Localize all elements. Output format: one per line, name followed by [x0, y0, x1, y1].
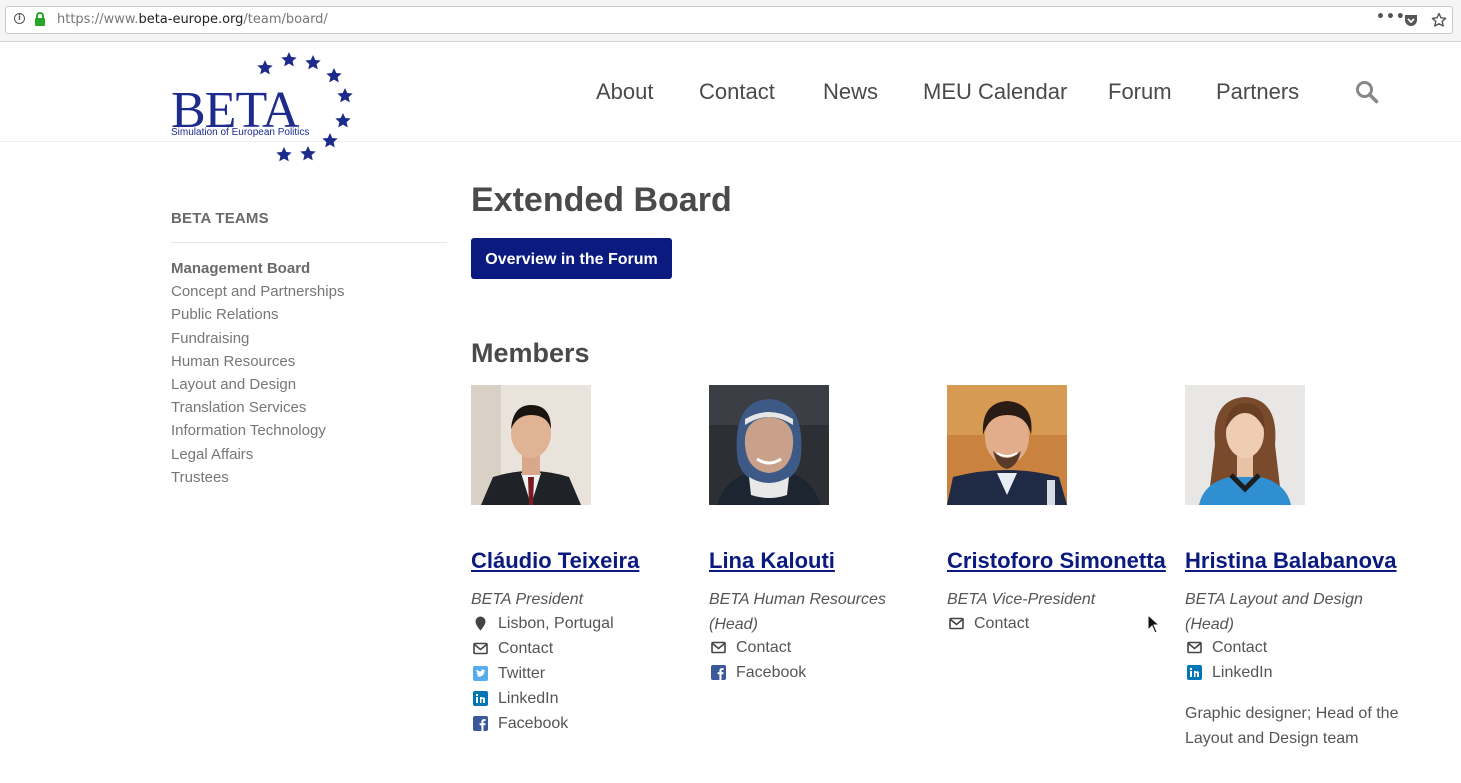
logo-tagline: Simulation of European Politics — [171, 127, 309, 138]
member-contact-link[interactable]: Contact — [709, 635, 806, 660]
page-title: Extended Board — [471, 181, 732, 219]
member-name[interactable]: Cláudio Teixeira — [471, 548, 639, 574]
link-label: Contact — [974, 615, 1030, 632]
nav-about[interactable]: About — [596, 79, 654, 105]
sidebar-item-fundraising[interactable]: Fundraising — [171, 327, 344, 350]
link-label: LinkedIn — [498, 690, 559, 707]
linkedin-icon — [1187, 665, 1202, 680]
member-facebook-link[interactable]: Facebook — [471, 711, 614, 736]
member-role: BETA Layout and Design (Head) — [1185, 591, 1363, 633]
lock-icon[interactable] — [34, 12, 46, 26]
member-location: Lisbon, Portugal — [471, 611, 614, 636]
link-label: Facebook — [498, 715, 569, 732]
member-photo[interactable] — [709, 385, 829, 505]
members-heading: Members — [471, 338, 590, 368]
member-linkedin-link[interactable]: LinkedIn — [471, 686, 614, 711]
sidebar-item-concept-and-partnerships[interactable]: Concept and Partnerships — [171, 280, 344, 303]
member-role: BETA Human Resources (Head) — [709, 591, 886, 633]
member-bio: Graphic designer; Head of the Layout and… — [1185, 705, 1399, 747]
nav-partners[interactable]: Partners — [1216, 79, 1299, 105]
link-label: Lisbon, Portugal — [498, 615, 614, 632]
twitter-icon — [473, 666, 488, 681]
member-contact-link[interactable]: Contact — [947, 611, 1029, 636]
member-role: BETA Vice-President — [947, 591, 1096, 608]
search-icon[interactable] — [1355, 80, 1379, 104]
member-links: Contact Facebook — [709, 635, 806, 685]
sidebar-divider — [171, 242, 447, 243]
nav-news[interactable]: News — [823, 79, 878, 105]
member-twitter-link[interactable]: Twitter — [471, 661, 614, 686]
pocket-icon[interactable] — [1403, 12, 1419, 28]
sidebar-item-legal-affairs[interactable]: Legal Affairs — [171, 443, 344, 466]
member-linkedin-link[interactable]: LinkedIn — [1185, 660, 1273, 685]
member-links: Contact — [947, 611, 1029, 636]
sidebar-item-management-board[interactable]: Management Board — [171, 257, 344, 280]
info-icon[interactable]: i — [14, 13, 25, 24]
url-prefix: https://www. — [57, 12, 139, 27]
sidebar-heading: BETA TEAMS — [171, 210, 269, 227]
page-actions-menu-icon[interactable]: ••• — [1376, 10, 1405, 27]
nav-forum[interactable]: Forum — [1108, 79, 1172, 105]
member-links: Contact LinkedIn — [1185, 635, 1273, 685]
member-card: Hristina Balabanova BETA Layout and Desi… — [1185, 385, 1415, 747]
nav-contact[interactable]: Contact — [699, 79, 775, 105]
envelope-icon — [711, 641, 726, 654]
url-text[interactable]: https://www.beta-europe.org/team/board/ — [57, 12, 328, 28]
link-label: Twitter — [498, 665, 546, 682]
member-name[interactable]: Cristoforo Simonetta — [947, 548, 1166, 574]
member-role: BETA President — [471, 591, 584, 608]
sidebar-item-translation-services[interactable]: Translation Services — [171, 396, 344, 419]
facebook-icon — [473, 716, 488, 731]
envelope-icon — [949, 617, 964, 630]
beta-logo[interactable]: BETA Simulation of European Politics — [171, 52, 356, 164]
envelope-icon — [473, 642, 488, 655]
browser-toolbar: i https://www.beta-europe.org/team/board… — [0, 0, 1461, 42]
member-card: Cláudio Teixeira BETA President Lisbon, … — [471, 385, 701, 732]
member-links: Lisbon, Portugal Contact Twitter LinkedI… — [471, 611, 614, 736]
url-domain: beta-europe.org — [138, 12, 244, 27]
team-list: Management Board Concept and Partnership… — [171, 257, 344, 489]
link-label: LinkedIn — [1212, 664, 1273, 681]
link-label: Contact — [498, 640, 554, 657]
member-photo[interactable] — [1185, 385, 1305, 505]
member-photo[interactable] — [947, 385, 1067, 505]
envelope-icon — [1187, 641, 1202, 654]
overview-forum-button[interactable]: Overview in the Forum — [471, 238, 672, 279]
sidebar-item-layout-and-design[interactable]: Layout and Design — [171, 373, 344, 396]
member-photo[interactable] — [471, 385, 591, 505]
link-label: Contact — [1212, 639, 1268, 656]
location-pin-icon — [475, 616, 486, 631]
member-contact-link[interactable]: Contact — [1185, 635, 1273, 660]
member-name[interactable]: Lina Kalouti — [709, 548, 835, 574]
sidebar-item-trustees[interactable]: Trustees — [171, 466, 344, 489]
linkedin-icon — [473, 691, 488, 706]
member-card: Cristoforo Simonetta BETA Vice-President… — [947, 385, 1177, 632]
link-label: Facebook — [736, 664, 807, 681]
address-bar[interactable]: i https://www.beta-europe.org/team/board… — [5, 6, 1453, 34]
facebook-icon — [711, 665, 726, 680]
member-facebook-link[interactable]: Facebook — [709, 660, 806, 685]
member-name[interactable]: Hristina Balabanova — [1185, 548, 1397, 574]
bookmark-star-icon[interactable] — [1431, 12, 1447, 28]
sidebar-item-human-resources[interactable]: Human Resources — [171, 350, 344, 373]
sidebar-item-public-relations[interactable]: Public Relations — [171, 303, 344, 326]
mouse-cursor-icon — [1147, 614, 1161, 634]
link-label: Contact — [736, 639, 792, 656]
sidebar-item-information-technology[interactable]: Information Technology — [171, 419, 344, 442]
member-contact-link[interactable]: Contact — [471, 636, 614, 661]
url-path: /team/board/ — [243, 12, 328, 27]
member-card: Lina Kalouti BETA Human Resources (Head)… — [709, 385, 939, 681]
nav-meu-calendar[interactable]: MEU Calendar — [923, 79, 1067, 105]
